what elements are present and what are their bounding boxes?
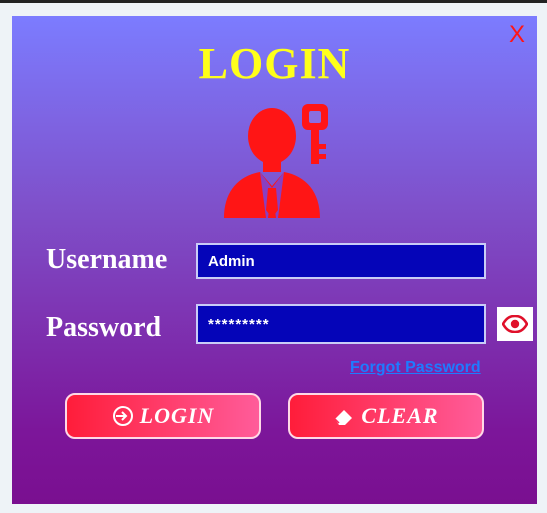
- eye-icon: [502, 315, 528, 333]
- login-window: X LOGIN Username Password Forgot Passwor…: [12, 16, 537, 504]
- show-password-button[interactable]: [497, 307, 533, 341]
- top-border: [0, 0, 547, 3]
- username-input[interactable]: [196, 243, 486, 279]
- login-button-label: LOGIN: [139, 403, 215, 428]
- clear-button-label: CLEAR: [361, 403, 439, 428]
- login-icon: [112, 405, 134, 427]
- login-button[interactable]: LOGIN: [65, 393, 261, 439]
- password-input[interactable]: [196, 304, 486, 344]
- clear-button[interactable]: CLEAR: [288, 393, 484, 439]
- page-title: LOGIN: [198, 39, 351, 88]
- eraser-icon: [333, 406, 355, 426]
- password-label: Password: [46, 312, 162, 343]
- forgot-password-link[interactable]: Forgot Password: [350, 359, 481, 377]
- user-key-icon: [224, 104, 328, 218]
- username-label: Username: [46, 244, 168, 275]
